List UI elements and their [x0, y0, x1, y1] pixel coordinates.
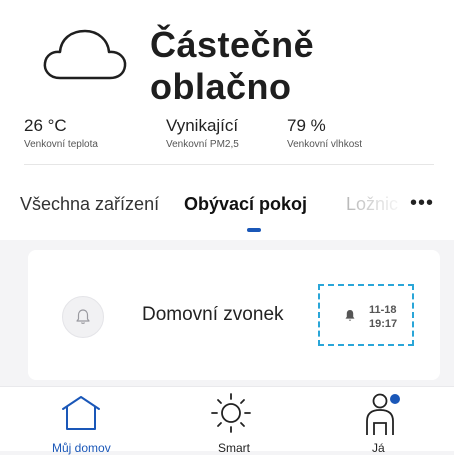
- nav-me[interactable]: Já: [350, 387, 420, 455]
- stat-pm25-label: Venkovní PM2,5: [166, 139, 239, 150]
- device-card-doorbell[interactable]: Domovní zvonek 11-18 19:17: [28, 250, 440, 380]
- weather-condition: Částečně oblačno: [150, 24, 315, 107]
- stat-pm25-value: Vynikající: [166, 116, 239, 135]
- nav-me-label: Já: [372, 441, 385, 455]
- tab-all-devices[interactable]: Všechna zařízení: [20, 194, 159, 215]
- home-icon: [62, 396, 100, 430]
- weather-header: Částečně oblačno 26 °C Venkovní teplota …: [0, 0, 454, 240]
- stat-temperature-value: 26 °C: [24, 116, 67, 135]
- nav-smart[interactable]: Smart: [190, 387, 270, 455]
- small-bell-icon: [345, 310, 355, 321]
- stat-humidity: 79 % Venkovní vlhkost: [287, 116, 362, 152]
- more-button[interactable]: •••: [410, 192, 434, 215]
- stat-humidity-label: Venkovní vlhkost: [287, 139, 363, 150]
- room-tabs: Všechna zařízení Obývací pokoj Ložnice •…: [0, 188, 454, 228]
- bottom-nav: Můj domov Smart Já: [0, 386, 454, 455]
- cloud-icon: [43, 29, 127, 80]
- notification-dot: [390, 394, 400, 404]
- bell-icon: [62, 296, 104, 338]
- stat-temperature-label: Venkovní teplota: [24, 139, 98, 150]
- tab-bedroom[interactable]: Ložnice: [346, 194, 398, 215]
- last-event-box[interactable]: 11-18 19:17: [318, 284, 414, 346]
- stat-pm25: Vynikající Venkovní PM2,5: [166, 116, 239, 152]
- device-name: Domovní zvonek: [142, 304, 284, 325]
- nav-home-label: Můj domov: [52, 441, 111, 455]
- event-time: 19:17: [369, 318, 398, 330]
- tab-indicator: [247, 228, 261, 232]
- profile-icon: [366, 393, 400, 435]
- stat-humidity-value: 79 %: [287, 116, 326, 135]
- stat-temperature: 26 °C Venkovní teplota: [24, 116, 98, 152]
- event-date: 11-18: [369, 304, 397, 316]
- nav-smart-label: Smart: [218, 441, 251, 455]
- tab-living-room[interactable]: Obývací pokoj: [184, 194, 307, 215]
- nav-home[interactable]: Můj domov: [40, 387, 120, 455]
- divider: [24, 164, 434, 165]
- sun-icon: [211, 393, 251, 433]
